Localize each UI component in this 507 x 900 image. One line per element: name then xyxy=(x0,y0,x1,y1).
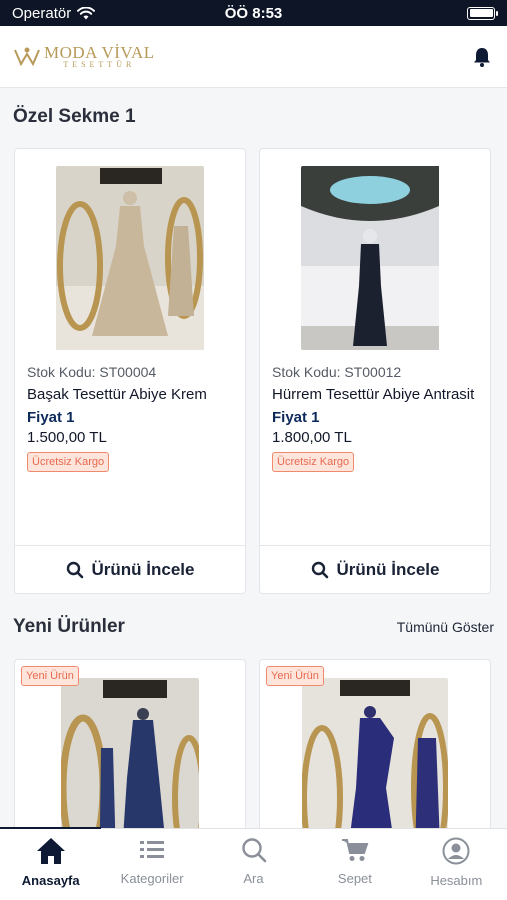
search-icon xyxy=(66,561,83,578)
tab-label: Sepet xyxy=(337,871,372,886)
product-name[interactable]: Başak Tesettür Abiye Krem xyxy=(27,384,233,405)
bell-icon[interactable] xyxy=(471,46,493,68)
inspect-product-button[interactable]: Ürünü İncele xyxy=(15,545,245,593)
price-label: Fiyat 1 xyxy=(272,409,320,426)
product-image[interactable] xyxy=(56,166,204,350)
inspect-button-label: Ürünü İncele xyxy=(336,559,440,579)
wifi-icon xyxy=(77,6,96,19)
cart-icon xyxy=(341,839,369,861)
carrier-label: Operatör xyxy=(12,4,72,22)
product-image[interactable] xyxy=(61,678,199,828)
new-product-badge: Yeni Ürün xyxy=(266,666,324,686)
battery-icon xyxy=(467,6,498,20)
product-price: 1.800,00 TL xyxy=(272,429,352,446)
show-all-link[interactable]: Tümünü Göster xyxy=(397,619,494,635)
free-shipping-badge: Ücretsiz Kargo xyxy=(272,452,355,472)
special-products-row: Stok Kodu: ST00004 Başak Tesettür Abiye … xyxy=(0,148,507,594)
tab-cart[interactable]: Sepet xyxy=(304,829,405,900)
logo-emblem-icon xyxy=(14,47,40,66)
tab-label: Hesabım xyxy=(430,873,483,888)
new-products-header: Yeni Ürünler Tümünü Göster xyxy=(0,616,507,638)
product-price: 1.500,00 TL xyxy=(27,429,107,446)
tab-label: Ara xyxy=(243,871,264,886)
tab-categories[interactable]: Kategoriler xyxy=(101,829,202,900)
account-icon xyxy=(442,837,470,865)
search-icon xyxy=(241,838,266,863)
bottom-tab-bar: Anasayfa Kategoriler Ara Sepet Hesabım xyxy=(0,827,507,900)
search-icon xyxy=(311,561,328,578)
active-tab-indicator xyxy=(0,827,101,829)
product-image[interactable] xyxy=(301,166,449,350)
tab-account[interactable]: Hesabım xyxy=(406,829,507,900)
product-image[interactable] xyxy=(302,678,448,828)
tab-label: Anasayfa xyxy=(21,873,80,888)
new-products-row: Yeni Ürün Yeni Ürün xyxy=(0,659,507,828)
section-title: Yeni Ürünler xyxy=(13,616,125,637)
special-section-header: Özel Sekme 1 xyxy=(0,106,507,128)
product-card[interactable]: Yeni Ürün xyxy=(14,659,246,828)
stock-code: Stok Kodu: ST00004 xyxy=(27,364,157,380)
list-icon xyxy=(140,841,165,858)
brand-logo[interactable]: MODA VİVAL TESETTÜR xyxy=(14,44,155,69)
product-card[interactable]: Stok Kodu: ST00012 Hürrem Tesettür Abiye… xyxy=(259,148,491,594)
logo-sub-text: TESETTÜR xyxy=(63,60,136,69)
home-content[interactable]: Özel Sekme 1 Stok Kodu: ST00004 Başak Te xyxy=(0,88,507,828)
price-label: Fiyat 1 xyxy=(27,409,75,426)
home-icon xyxy=(36,838,65,864)
section-title: Özel Sekme 1 xyxy=(13,106,136,127)
product-card[interactable]: Yeni Ürün xyxy=(259,659,491,828)
logo-main-text: MODA VİVAL xyxy=(44,43,155,62)
inspect-button-label: Ürünü İncele xyxy=(91,559,195,579)
tab-search[interactable]: Ara xyxy=(203,829,304,900)
tab-label: Kategoriler xyxy=(120,871,184,886)
status-bar: Operatör ÖÖ 8:53 xyxy=(0,0,507,26)
product-card[interactable]: Stok Kodu: ST00004 Başak Tesettür Abiye … xyxy=(14,148,246,594)
tab-home[interactable]: Anasayfa xyxy=(0,829,101,900)
app-header: MODA VİVAL TESETTÜR xyxy=(0,26,507,88)
stock-code: Stok Kodu: ST00012 xyxy=(272,364,402,380)
product-name[interactable]: Hürrem Tesettür Abiye Antrasit xyxy=(272,384,478,405)
inspect-product-button[interactable]: Ürünü İncele xyxy=(260,545,490,593)
free-shipping-badge: Ücretsiz Kargo xyxy=(27,452,110,472)
new-product-badge: Yeni Ürün xyxy=(21,666,79,686)
